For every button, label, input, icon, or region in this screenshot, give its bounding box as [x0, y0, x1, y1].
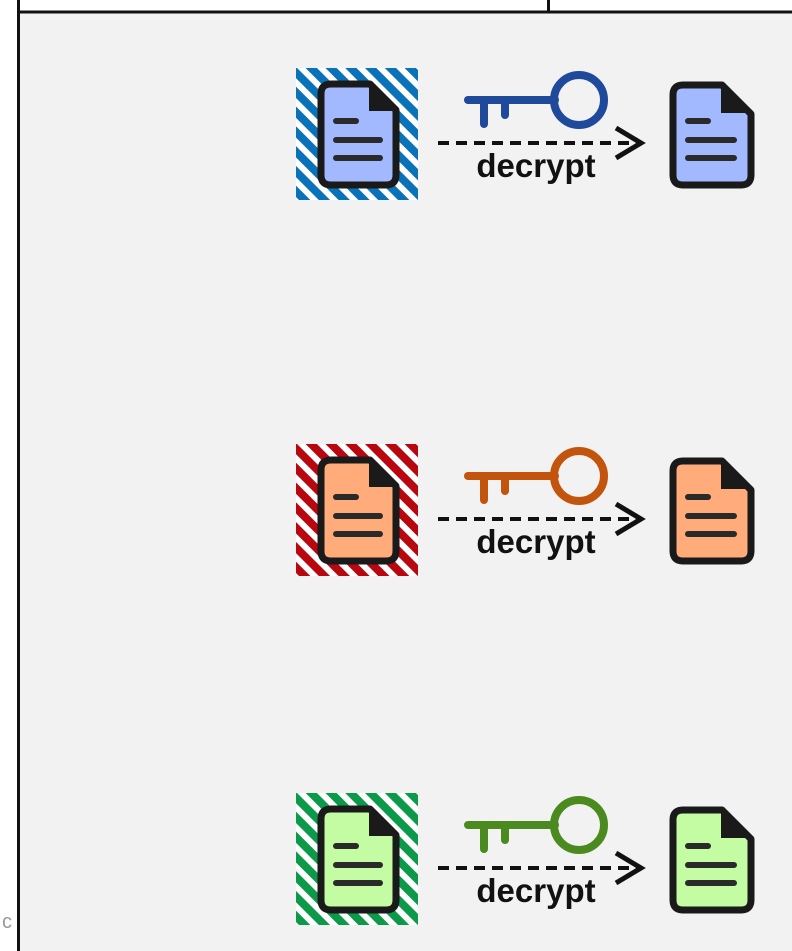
- document-icon: [669, 806, 755, 914]
- encrypted-document: [296, 444, 418, 576]
- encrypted-document: [296, 793, 418, 925]
- diagram-canvas: decrypt decrypt decrypt: [17, 0, 792, 951]
- decrypt-label: decrypt: [476, 872, 595, 909]
- decrypt-label: decrypt: [476, 147, 595, 184]
- encrypted-document: [296, 68, 418, 200]
- decrypted-document: [669, 81, 755, 189]
- document-icon: [669, 457, 755, 565]
- decrypted-document: [669, 457, 755, 565]
- document-icon: [317, 805, 400, 914]
- document-icon: [669, 81, 755, 189]
- decrypted-document: [669, 806, 755, 914]
- document-icon: [317, 456, 400, 565]
- document-icon: [317, 80, 400, 189]
- decrypt-label: decrypt: [476, 523, 595, 560]
- edge-text: c: [2, 911, 12, 933]
